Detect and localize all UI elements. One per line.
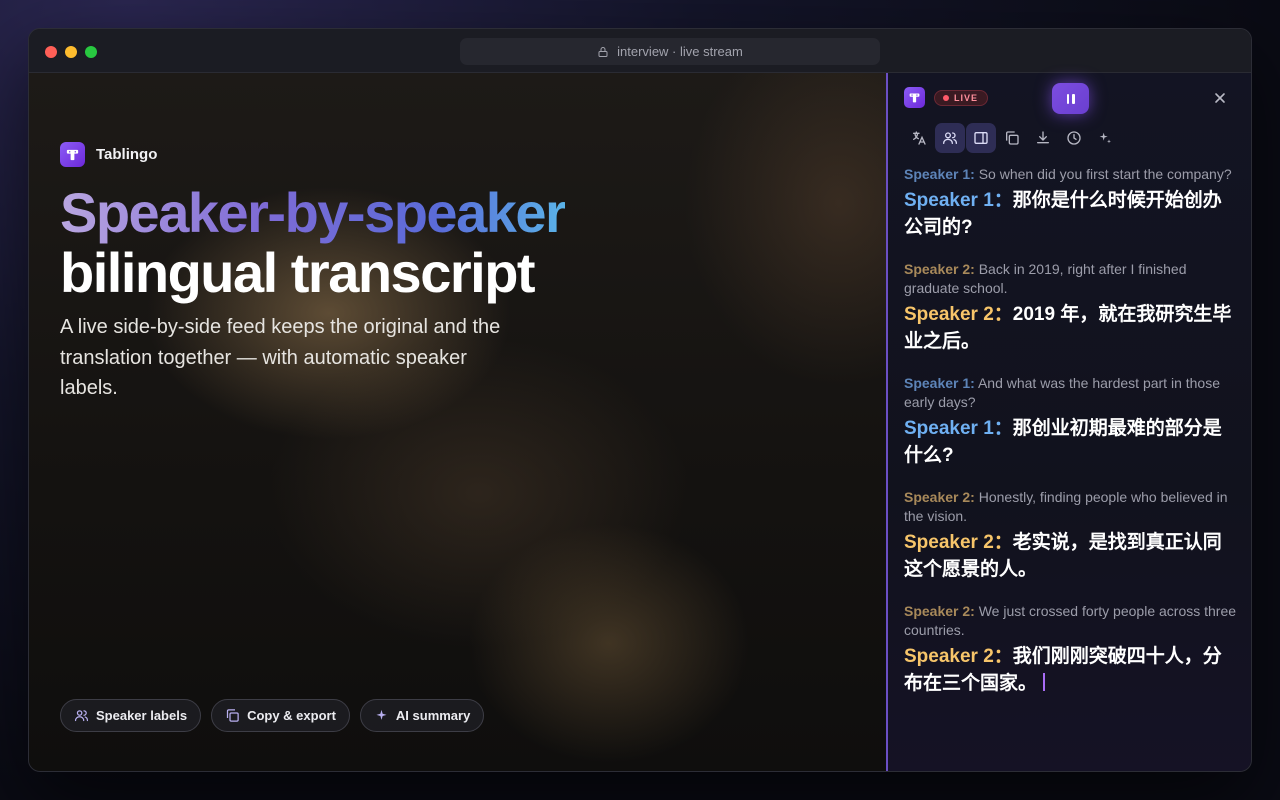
translate-icon [913,131,926,145]
speaker-label: Speaker 1: [904,375,975,391]
original-line: Speaker 2: We just crossed forty people … [904,602,1240,640]
address-text: interview · live stream [617,44,743,59]
copy-icon [226,709,239,722]
typing-caret [1043,673,1046,691]
hero-subtitle: A live side-by-side feed keeps the origi… [60,316,501,399]
speaker-label: Speaker 1: [904,166,975,182]
speaker-label: Speaker 1： [904,418,1013,439]
pause-button[interactable] [1052,83,1089,114]
tablingo-logo-icon [60,142,85,167]
users-icon [74,710,89,722]
browser-window: interview · live stream Tablingo Speaker… [28,28,1252,772]
original-line: Speaker 1: So when did you first start t… [904,165,1240,184]
ai-summary-button[interactable] [1090,123,1120,153]
original-line: Speaker 1: And what was the hardest part… [904,374,1240,412]
speaker-label: Speaker 2: [904,261,975,277]
history-button[interactable] [1059,123,1089,153]
live-dot-icon [943,95,949,101]
side-by-side-button[interactable] [966,123,996,153]
translated-line: Speaker 1：那你是什么时候开始创办公司的? [904,187,1240,241]
translated-line: Speaker 2：老实说，是找到真正认同这个愿景的人。 [904,529,1240,583]
address-bar[interactable]: interview · live stream [460,38,880,65]
transcript-entry: Speaker 2: Back in 2019, right after I f… [904,260,1240,355]
live-badge: LIVE [934,90,989,106]
sidebar-icon [974,132,988,144]
translate-button[interactable] [904,123,934,153]
copy-export-chip[interactable]: Copy & export [211,699,350,732]
original-line: Speaker 2: Honestly, finding people who … [904,488,1240,526]
copy-icon [1006,131,1019,145]
translated-line: Speaker 2：2019 年，就在我研究生毕业之后。 [904,301,1240,355]
download-button[interactable] [1028,123,1058,153]
headline-line-2: bilingual transcript [60,241,536,304]
tablingo-logo-icon [904,87,925,108]
copy-button[interactable] [997,123,1027,153]
minimize-window-button[interactable] [65,46,77,58]
original-line: Speaker 2: Back in 2019, right after I f… [904,260,1240,298]
close-icon [1215,93,1225,103]
transcript-entry: Speaker 2: We just crossed forty people … [904,602,1240,697]
original-text: So when did you first start the company? [978,166,1232,182]
live-label: LIVE [954,93,979,103]
sparkle-icon [376,709,387,720]
feature-chips: Speaker labels Copy & export AI summary [60,699,485,732]
panel-toolbar [904,123,1120,153]
ai-summary-chip[interactable]: AI summary [359,699,485,732]
brand: Tablingo [60,142,157,167]
speaker-labels-chip[interactable]: Speaker labels [60,699,202,732]
lock-icon [598,46,608,57]
title-bar: interview · live stream [29,29,1251,73]
download-icon [1037,131,1049,144]
translated-line: Speaker 2：我们刚刚突破四十人，分布在三个国家。 [904,643,1240,697]
speaker-label: Speaker 1： [904,190,1013,211]
translated-line: Speaker 1：那创业初期最难的部分是什么? [904,415,1240,469]
brand-name: Tablingo [96,146,158,163]
speaker-label: Speaker 2: [904,489,975,505]
pause-icon [1066,93,1069,104]
speaker-label: Speaker 2： [904,532,1013,553]
speaker-label: Speaker 2： [904,304,1013,325]
chip-label: Speaker labels [96,708,188,723]
sparkles-icon [1099,132,1111,144]
speaker-label: Speaker 2: [904,603,975,619]
speaker-label: Speaker 2： [904,646,1013,667]
transcript-feed: Speaker 1: So when did you first start t… [904,165,1240,716]
transcript-entry: Speaker 1: So when did you first start t… [904,165,1240,241]
history-icon [1067,131,1081,145]
maximize-window-button[interactable] [85,46,97,58]
close-panel-button[interactable] [1210,88,1230,108]
chip-label: Copy & export [247,708,336,723]
close-window-button[interactable] [45,46,57,58]
transcript-entry: Speaker 2: Honestly, finding people who … [904,488,1240,583]
hero-section: Tablingo Speaker-by-speaker bilingual tr… [29,73,886,771]
chip-label: AI summary [395,708,471,723]
transcript-panel: LIVE Speaker 1: So when did you first st… [886,73,1251,771]
speakers-button[interactable] [935,123,965,153]
transcript-entry: Speaker 1: And what was the hardest part… [904,374,1240,469]
users-icon [943,132,957,144]
headline-line-1: Speaker-by-speaker [60,181,567,244]
